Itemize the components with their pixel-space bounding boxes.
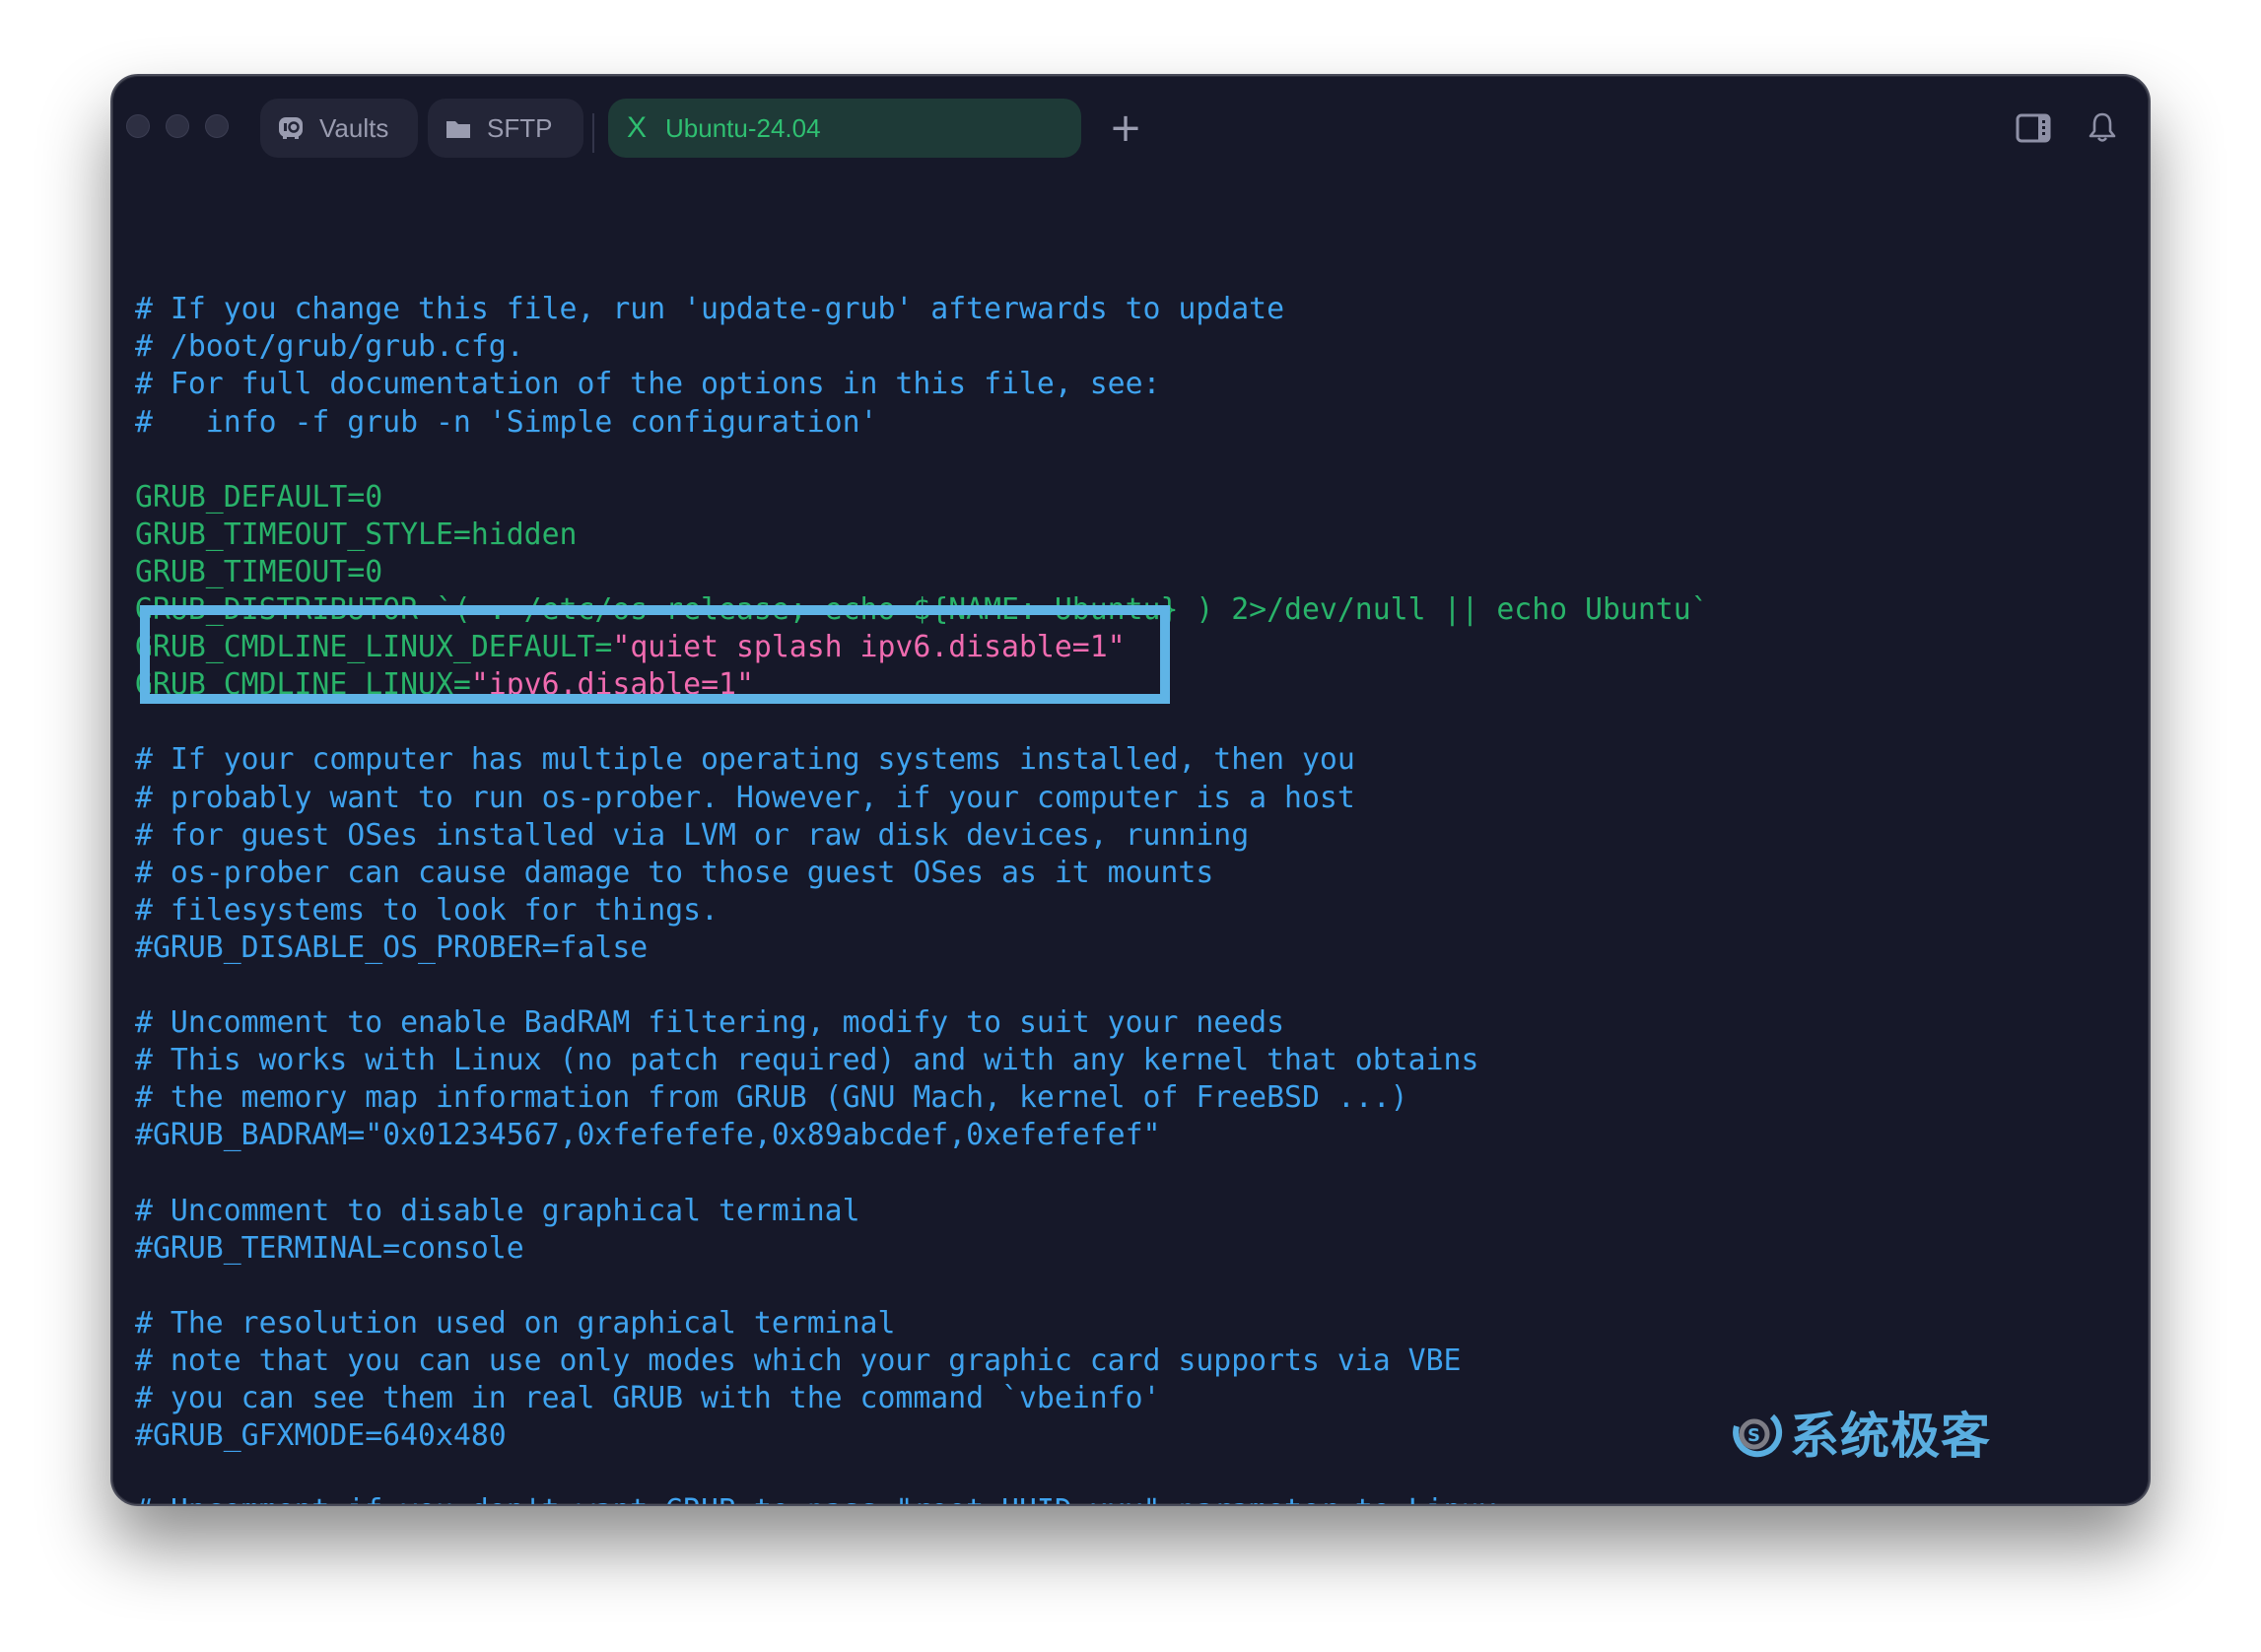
comment-token: #GRUB_GFXMODE=640x480 — [135, 1418, 507, 1454]
tab-ubuntu[interactable]: X Ubuntu-24.04 — [608, 99, 1081, 158]
terminal-window: Vaults SFTP X Ubuntu-24.04 + # If you ch… — [110, 74, 2151, 1506]
comment-token: # info -f grub -n 'Simple configuration' — [135, 404, 878, 440]
comment-token: # If your computer has multiple operatin… — [135, 742, 1355, 778]
comment-token: # filesystems to look for things. — [135, 892, 719, 928]
watermark-text: 系统极客 — [1790, 1408, 1991, 1465]
watermark-logo-icon: S — [1733, 1413, 1783, 1458]
editor-line: GRUB_DISTRIBUTOR=`( . /etc/os-release; e… — [135, 591, 2149, 629]
comment-token: # the memory map information from GRUB (… — [135, 1080, 1408, 1116]
comment-token: # Uncomment to enable BadRAM filtering, … — [135, 1005, 1285, 1041]
comment-token: # Uncomment to disable graphical termina… — [135, 1193, 860, 1228]
comment-token: # For full documentation of the options … — [135, 367, 1161, 402]
code-token: GRUB_DISTRIBUTOR=`( . /etc/os-release; e… — [135, 592, 1709, 628]
editor-line: # Uncomment to enable BadRAM filtering, … — [135, 1004, 2149, 1042]
new-tab-button[interactable]: + — [1101, 102, 1150, 155]
editor-line: GRUB_CMDLINE_LINUX="ipv6.disable=1" — [135, 666, 2149, 704]
editor-line: # info -f grub -n 'Simple configuration' — [135, 404, 2149, 442]
vault-icon — [276, 113, 306, 143]
comment-token: # The resolution used on graphical termi… — [135, 1305, 896, 1341]
editor-line: GRUB_DEFAULT=0 — [135, 479, 2149, 516]
tab-separator — [592, 113, 594, 153]
comment-token: # note that you can use only modes which… — [135, 1342, 1462, 1378]
editor-line: # Uncomment to disable graphical termina… — [135, 1193, 2149, 1230]
editor-line: # /boot/grub/grub.cfg. — [135, 328, 2149, 366]
code-token: GRUB_TIMEOUT_STYLE=hidden — [135, 516, 578, 552]
editor-line: # os-prober can cause damage to those gu… — [135, 855, 2149, 892]
editor-line: # If you change this file, run 'update-g… — [135, 291, 2149, 328]
folder-icon — [444, 113, 473, 143]
window-zoom-button[interactable] — [205, 114, 229, 138]
editor-line: # note that you can use only modes which… — [135, 1342, 2149, 1380]
comment-token: #GRUB_DISABLE_OS_PROBER=false — [135, 929, 649, 965]
window-minimize-button[interactable] — [166, 114, 189, 138]
comment-token: # you can see them in real GRUB with the… — [135, 1381, 1161, 1415]
editor-line: #GRUB_TERMINAL=console — [135, 1230, 2149, 1268]
editor-line: # If your computer has multiple operatin… — [135, 741, 2149, 779]
watermark: S 系统极客 — [1729, 1397, 1991, 1468]
editor-line: #GRUB_DISABLE_OS_PROBER=false — [135, 929, 2149, 967]
string-token: "ipv6.disable=1" — [470, 667, 754, 703]
tab-vaults[interactable]: Vaults — [260, 99, 418, 158]
editor-content[interactable]: # If you change this file, run 'update-g… — [135, 178, 2149, 1504]
code-token: GRUB_CMDLINE_LINUX= — [135, 667, 471, 703]
editor-line: # The resolution used on graphical termi… — [135, 1305, 2149, 1342]
editor-line: # for guest OSes installed via LVM or ra… — [135, 817, 2149, 855]
tab-label: Ubuntu-24.04 — [665, 112, 821, 143]
comment-token: # /boot/grub/grub.cfg. — [135, 329, 524, 365]
editor-line: GRUB_TIMEOUT=0 — [135, 554, 2149, 591]
string-token: "quiet splash ipv6.disable=1" — [612, 630, 1126, 665]
comment-token: # If you change this file, run 'update-g… — [135, 292, 1285, 327]
tab-label: Vaults — [319, 112, 389, 143]
editor-line: # probably want to run os-prober. Howeve… — [135, 780, 2149, 817]
editor-line: GRUB_TIMEOUT_STYLE=hidden — [135, 516, 2149, 554]
comment-token: #GRUB_BADRAM="0x01234567,0xfefefefe,0x89… — [135, 1118, 1161, 1153]
code-token: GRUB_CMDLINE_LINUX_DEFAULT= — [135, 630, 613, 665]
comment-token: # for guest OSes installed via LVM or ra… — [135, 817, 1250, 853]
editor-line: # For full documentation of the options … — [135, 366, 2149, 403]
window-close-button[interactable] — [126, 114, 150, 138]
bell-icon[interactable] — [2083, 108, 2122, 148]
editor-line: # filesystems to look for things. — [135, 892, 2149, 929]
code-token: GRUB_DEFAULT=0 — [135, 479, 383, 515]
editor-line: # the memory map information from GRUB (… — [135, 1079, 2149, 1117]
comment-token: # Uncomment if you don't want GRUB to pa… — [135, 1493, 1496, 1504]
close-icon[interactable]: X — [622, 111, 651, 144]
tab-label: SFTP — [487, 112, 553, 143]
editor-line: # This works with Linux (no patch requir… — [135, 1042, 2149, 1079]
comment-token: #GRUB_TERMINAL=console — [135, 1230, 524, 1266]
editor-line: #GRUB_BADRAM="0x01234567,0xfefefefe,0x89… — [135, 1117, 2149, 1154]
code-token: GRUB_TIMEOUT=0 — [135, 554, 383, 589]
comment-token: # probably want to run os-prober. Howeve… — [135, 780, 1355, 815]
tab-sftp[interactable]: SFTP — [428, 99, 583, 158]
comment-token: # This works with Linux (no patch requir… — [135, 1043, 1479, 1078]
svg-text:S: S — [1747, 1425, 1761, 1446]
editor-line: # Uncomment if you don't want GRUB to pa… — [135, 1492, 2149, 1504]
editor-line: GRUB_CMDLINE_LINUX_DEFAULT="quiet splash… — [135, 629, 2149, 666]
split-panel-icon[interactable] — [2014, 108, 2053, 148]
comment-token: # os-prober can cause damage to those gu… — [135, 855, 1214, 890]
